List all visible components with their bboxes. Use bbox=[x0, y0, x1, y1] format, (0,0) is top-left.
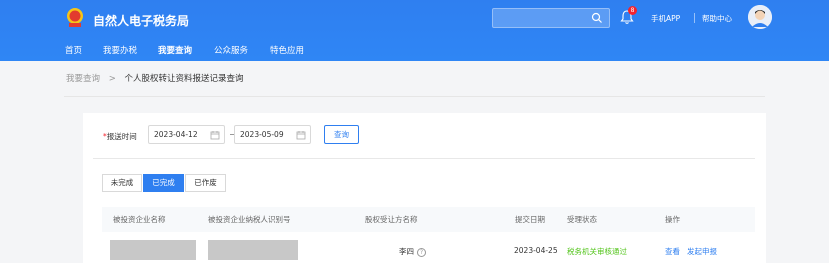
tab-incomplete[interactable]: 未完成 bbox=[102, 174, 142, 192]
section-divider bbox=[93, 158, 755, 159]
main-nav: 首页 我要办税 我要查询 公众服务 特色应用 bbox=[0, 40, 829, 61]
tax-emblem-icon[interactable] bbox=[64, 7, 86, 29]
nav-public-services[interactable]: 公众服务 bbox=[214, 44, 248, 56]
nav-query[interactable]: 我要查询 bbox=[158, 44, 192, 56]
column-header-submit-date: 提交日期 bbox=[515, 215, 545, 224]
column-header-company-name: 被投资企业名称 bbox=[113, 215, 166, 224]
table-header: 被投资企业名称 被投资企业纳税人识别号 股权受让方名称 提交日期 受理状态 操作 bbox=[102, 207, 755, 232]
filter-label-text: 报送时间 bbox=[106, 132, 137, 141]
user-avatar-icon[interactable] bbox=[748, 5, 772, 29]
search-icon[interactable] bbox=[591, 12, 603, 24]
query-button[interactable]: 查询 bbox=[324, 125, 359, 144]
end-date-value: 2023-05-09 bbox=[240, 130, 284, 139]
company-name-cell bbox=[110, 240, 196, 260]
initiate-declaration-link[interactable]: 发起申报 bbox=[687, 246, 717, 257]
start-date-value: 2023-04-12 bbox=[154, 130, 198, 139]
tab-completed[interactable]: 已完成 bbox=[143, 174, 184, 192]
view-link[interactable]: 查看 bbox=[665, 246, 680, 257]
filter-label: *报送时间 bbox=[103, 131, 137, 142]
status-badge: 税务机关审核通过 bbox=[567, 247, 627, 256]
breadcrumb: 我要查询 > 个人股权转让资料报送记录查询 bbox=[66, 72, 244, 86]
mobile-app-link[interactable]: 手机APP bbox=[651, 13, 680, 24]
taxpayer-id-cell bbox=[208, 240, 298, 260]
column-header-actions: 操作 bbox=[665, 215, 680, 224]
notification-badge: 8 bbox=[628, 6, 637, 15]
nav-special-apps[interactable]: 特色应用 bbox=[270, 44, 304, 56]
help-center-link[interactable]: 帮助中心 bbox=[702, 13, 732, 24]
end-date-field[interactable]: 2023-05-09 bbox=[234, 125, 311, 144]
submit-date-cell: 2023-04-25 bbox=[514, 246, 558, 255]
nav-home[interactable]: 首页 bbox=[65, 44, 82, 56]
tab-voided[interactable]: 已作废 bbox=[185, 174, 226, 192]
calendar-icon bbox=[296, 131, 306, 140]
column-header-status: 受理状态 bbox=[567, 215, 597, 224]
header-divider bbox=[694, 13, 695, 23]
breadcrumb-separator: > bbox=[108, 74, 116, 84]
breadcrumb-current: 个人股权转让资料报送记录查询 bbox=[124, 74, 244, 84]
breadcrumb-divider bbox=[64, 96, 765, 97]
site-title[interactable]: 自然人电子税务局 bbox=[93, 12, 189, 29]
nav-tax-handling[interactable]: 我要办税 bbox=[103, 44, 137, 56]
start-date-field[interactable]: 2023-04-12 bbox=[148, 125, 225, 144]
breadcrumb-root[interactable]: 我要查询 bbox=[66, 74, 100, 84]
column-header-taxpayer-id: 被投资企业纳税人识别号 bbox=[208, 215, 291, 224]
transferee-name: 李四 bbox=[399, 247, 414, 256]
calendar-icon bbox=[210, 131, 220, 140]
top-header: 自然人电子税务局 8 手机APP 帮助中心 首页 我要办税 我要查询 公众服务 … bbox=[0, 0, 829, 61]
column-header-transferee: 股权受让方名称 bbox=[365, 215, 418, 224]
table-row: 李四? 2023-04-25 税务机关审核通过 查看 发起申报 bbox=[102, 232, 755, 263]
search-input[interactable] bbox=[492, 8, 610, 28]
transferee-cell: 李四? bbox=[399, 246, 426, 257]
question-circle-icon[interactable]: ? bbox=[417, 247, 426, 257]
query-card: *报送时间 2023-04-12 2023-05-09 查询 未完成 已完成 已… bbox=[83, 113, 766, 263]
